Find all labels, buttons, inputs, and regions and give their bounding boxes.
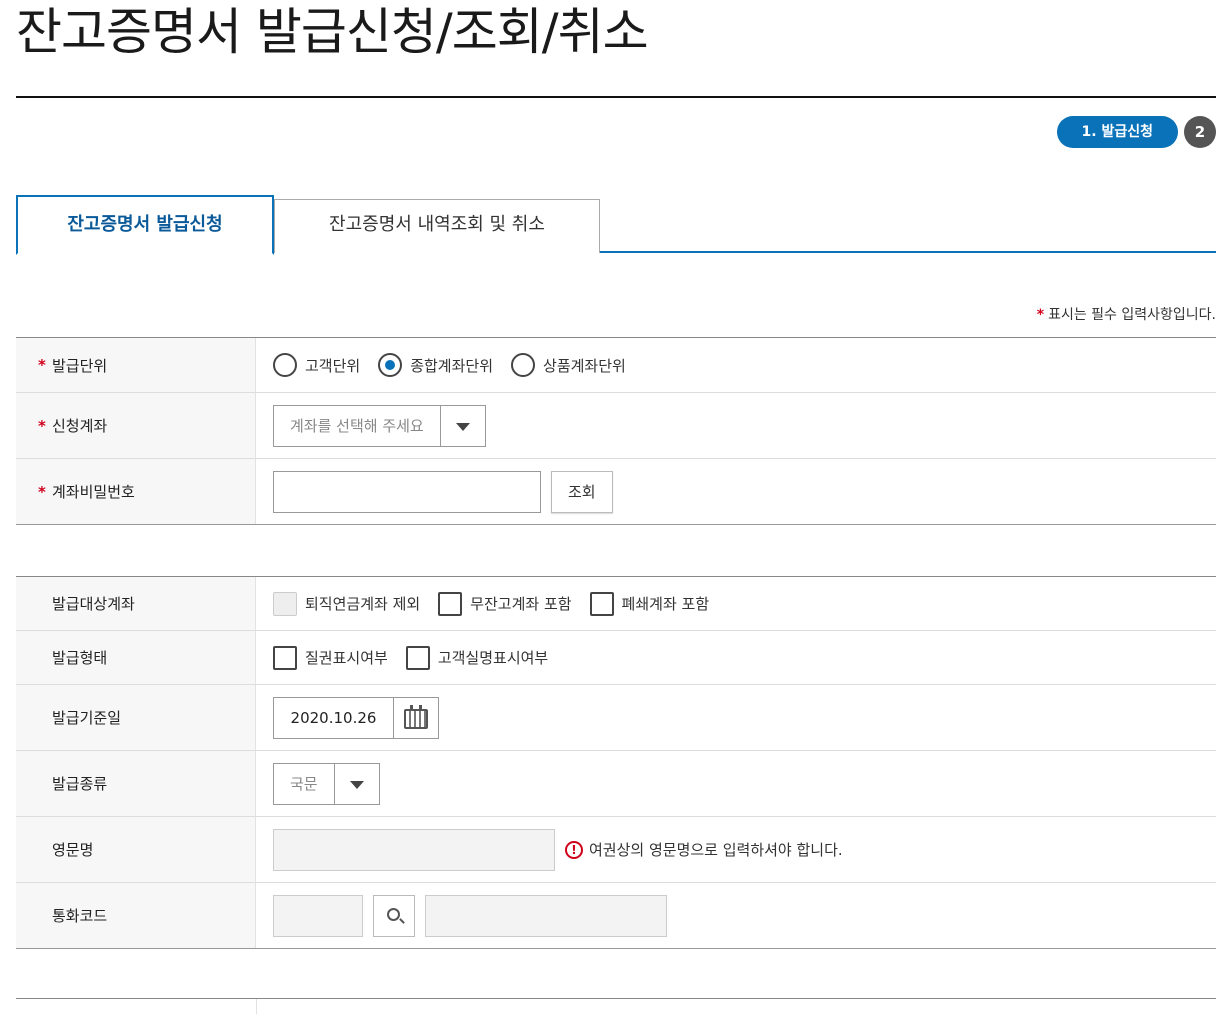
label-account: * 신청계좌 xyxy=(16,393,256,458)
currency-search-button[interactable] xyxy=(373,894,415,937)
form-section-required: * 발급단위 고객단위 종합계좌단위 상품계좌단위 * 신청계좌 계좌를 선택해 주… xyxy=(16,337,1216,525)
row-issue-unit: * 발급단위 고객단위 종합계좌단위 상품계좌단위 xyxy=(16,338,1216,393)
radio-combined-account-unit[interactable]: 종합계좌단위 xyxy=(378,353,493,377)
issue-type-select[interactable]: 국문 xyxy=(273,762,380,805)
checkbox-box[interactable] xyxy=(273,645,297,670)
checkbox-box-disabled xyxy=(273,591,297,616)
label-issue-type: 발급종류 xyxy=(16,751,256,816)
checkbox-box[interactable] xyxy=(589,591,614,616)
form-section-options: 발급대상계좌 퇴직연금계좌 제외 무잔고계좌 포함 폐쇄계좌 포함 발급형태 질… xyxy=(16,576,1216,949)
row-target-accounts: 발급대상계좌 퇴직연금계좌 제외 무잔고계좌 포함 폐쇄계좌 포함 xyxy=(16,577,1216,631)
currency-code-input[interactable] xyxy=(273,894,363,937)
label-english-name: 영문명 xyxy=(16,817,256,882)
step-2: 2 xyxy=(1184,116,1216,148)
label-issue-unit: * 발급단위 xyxy=(16,338,256,392)
required-star: * xyxy=(38,482,46,501)
row-base-date: 발급기준일 2020.10.26 xyxy=(16,685,1216,751)
radio-product-account-unit[interactable]: 상품계좌단위 xyxy=(511,353,626,377)
row-password: * 계좌비밀번호 조회 xyxy=(16,459,1216,525)
page-title: 잔고증명서 발급신청/조회/취소 xyxy=(16,3,649,61)
label-currency: 통화코드 xyxy=(16,883,256,948)
label-target-accounts: 발급대상계좌 xyxy=(16,577,256,630)
account-select[interactable]: 계좌를 선택해 주세요 xyxy=(273,404,486,447)
required-note: * 표시는 필수 입력사항입니다. xyxy=(1037,304,1216,324)
currency-name-field xyxy=(425,894,667,937)
lookup-button[interactable]: 조회 xyxy=(551,470,613,513)
chevron-down-icon[interactable] xyxy=(441,406,485,446)
next-section-divider xyxy=(16,998,1216,999)
checkbox-exclude-pension: 퇴직연금계좌 제외 xyxy=(273,591,420,616)
required-note-text: 표시는 필수 입력사항입니다. xyxy=(1048,307,1216,323)
chevron-down-icon[interactable] xyxy=(335,764,379,804)
checkbox-include-zero-balance[interactable]: 무잔고계좌 포함 xyxy=(438,591,572,616)
checkbox-box[interactable] xyxy=(405,645,430,670)
issue-type-value: 국문 xyxy=(274,763,335,804)
row-english-name: 영문명 ! 여권상의 영문명으로 입력하셔야 합니다. xyxy=(16,817,1216,883)
label-base-date: 발급기준일 xyxy=(16,685,256,750)
tab-history-cancel[interactable]: 잔고증명서 내역조회 및 취소 xyxy=(274,199,600,253)
checkbox-box[interactable] xyxy=(438,591,463,616)
checkbox-realname-display[interactable]: 고객실명표시여부 xyxy=(405,645,548,670)
search-icon xyxy=(387,907,400,921)
calendar-icon[interactable] xyxy=(394,698,438,738)
issue-unit-radios: 고객단위 종합계좌단위 상품계좌단위 xyxy=(256,353,634,377)
account-select-placeholder: 계좌를 선택해 주세요 xyxy=(274,405,441,446)
row-account: * 신청계좌 계좌를 선택해 주세요 xyxy=(16,393,1216,459)
required-star: * xyxy=(38,356,46,374)
step-1-active: 1. 발급신청 xyxy=(1056,116,1178,148)
english-name-input[interactable] xyxy=(273,828,555,871)
english-name-notice: ! 여권상의 영문명으로 입력하셔야 합니다. xyxy=(565,839,843,860)
title-divider xyxy=(16,96,1216,98)
row-currency: 통화코드 xyxy=(16,883,1216,949)
password-input[interactable] xyxy=(273,470,541,513)
step-indicator: 1. 발급신청 2 xyxy=(1056,116,1216,148)
exclamation-circle-icon: ! xyxy=(565,840,583,859)
label-issue-form: 발급형태 xyxy=(16,631,256,684)
tab-issue-request[interactable]: 잔고증명서 발급신청 xyxy=(16,195,274,255)
checkbox-pledge-display[interactable]: 질권표시여부 xyxy=(273,645,388,670)
next-section-column-edge xyxy=(256,999,257,1014)
radio-circle[interactable] xyxy=(511,353,536,377)
row-issue-form: 발급형태 질권표시여부 고객실명표시여부 xyxy=(16,631,1216,685)
label-password: * 계좌비밀번호 xyxy=(16,459,256,524)
radio-customer-unit[interactable]: 고객단위 xyxy=(273,353,360,377)
radio-circle-selected[interactable] xyxy=(378,353,403,377)
base-date-picker[interactable]: 2020.10.26 xyxy=(273,696,439,739)
required-star: * xyxy=(38,416,46,435)
checkbox-include-closed[interactable]: 폐쇄계좌 포함 xyxy=(589,591,709,616)
required-star: * xyxy=(1036,307,1045,323)
radio-circle[interactable] xyxy=(273,353,297,377)
tab-bar: 잔고증명서 발급신청 잔고증명서 내역조회 및 취소 xyxy=(16,195,1216,255)
row-issue-type: 발급종류 국문 xyxy=(16,751,1216,817)
base-date-value[interactable]: 2020.10.26 xyxy=(274,697,394,738)
